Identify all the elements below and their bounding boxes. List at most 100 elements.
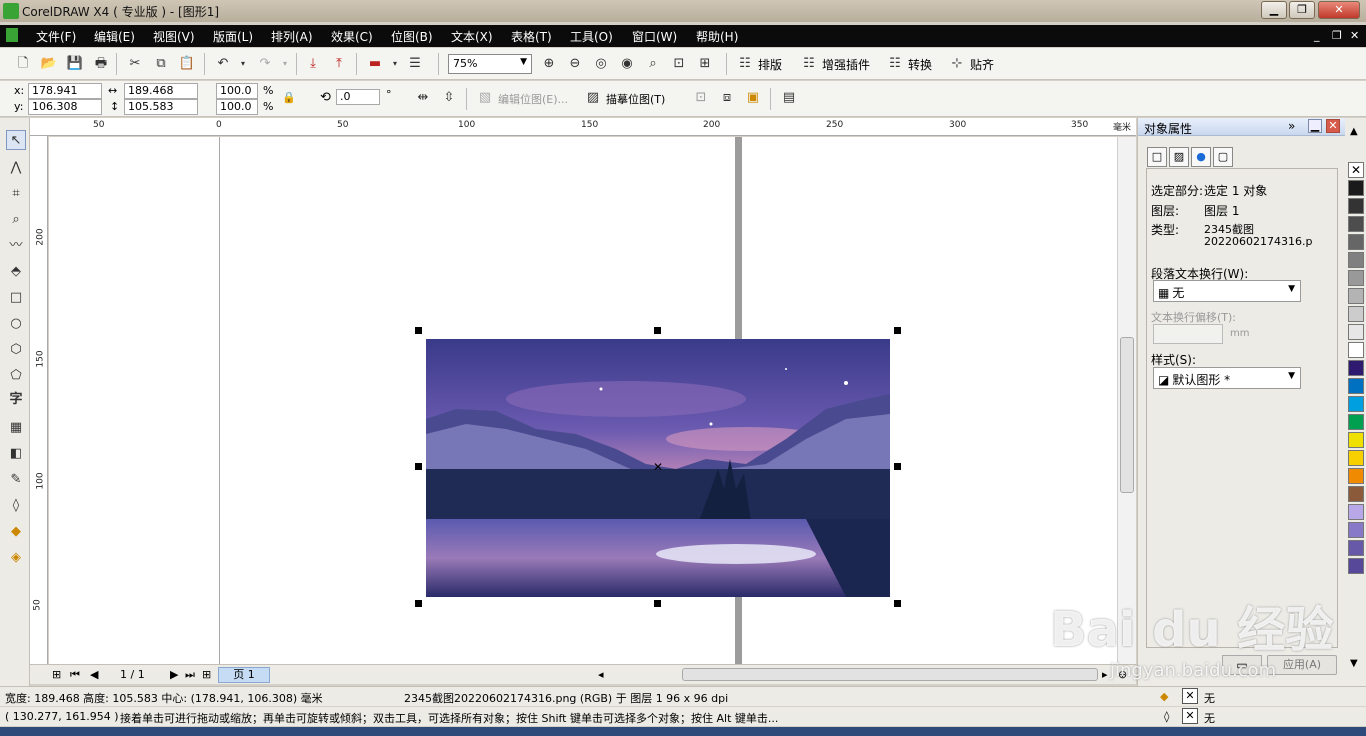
- selection-handle-top-left[interactable]: [415, 327, 422, 334]
- palette-swatch[interactable]: [1348, 522, 1364, 538]
- edit-bitmap-icon[interactable]: ▧: [476, 89, 494, 107]
- new-icon[interactable]: 🗋: [14, 55, 32, 73]
- mirror-vertical-icon[interactable]: ⇳: [440, 89, 458, 107]
- export-icon[interactable]: ⤒: [330, 55, 348, 73]
- palette-swatch[interactable]: [1348, 414, 1364, 430]
- mirror-horizontal-icon[interactable]: ⇹: [414, 89, 432, 107]
- docker-minimize-button[interactable]: ▁: [1308, 119, 1322, 133]
- first-page-icon[interactable]: ⏮: [70, 668, 80, 682]
- palette-swatch[interactable]: [1348, 324, 1364, 340]
- palette-swatch[interactable]: [1348, 486, 1364, 502]
- menu-effects[interactable]: 效果(C): [331, 28, 373, 45]
- zoom-level-select[interactable]: 75% ▼: [448, 54, 532, 74]
- redo-icon[interactable]: ↷: [256, 55, 274, 73]
- x-position-field[interactable]: 178.941 mm: [28, 83, 102, 111]
- interactive-blend-tool-icon[interactable]: ◧: [6, 444, 26, 464]
- open-icon[interactable]: 📂: [40, 55, 58, 73]
- restore-button[interactable]: ❐: [1289, 1, 1315, 19]
- horizontal-ruler[interactable]: 50 0 50 100 150 200 250 300 350 毫米: [30, 118, 1136, 136]
- add-page-before-icon[interactable]: ⊞: [52, 668, 61, 681]
- trace-bitmap-button[interactable]: 描摹位图(T): [606, 91, 665, 107]
- menu-layout[interactable]: 版面(L): [213, 28, 253, 45]
- menu-table[interactable]: 表格(T): [511, 28, 552, 45]
- layout-icon[interactable]: ☷: [736, 55, 754, 73]
- selection-handle-middle-right[interactable]: [894, 463, 901, 470]
- doc-close-button[interactable]: ✕: [1350, 29, 1359, 42]
- menu-view[interactable]: 视图(V): [153, 28, 195, 45]
- menu-text[interactable]: 文本(X): [451, 28, 493, 45]
- palette-swatch[interactable]: [1348, 378, 1364, 394]
- rectangle-tool-icon[interactable]: □: [6, 288, 26, 308]
- close-button[interactable]: ✕: [1318, 1, 1360, 19]
- palette-swatch[interactable]: [1348, 468, 1364, 484]
- palette-swatch[interactable]: [1348, 504, 1364, 520]
- polygon-tool-icon[interactable]: ⬡: [6, 340, 26, 360]
- rotation-angle-field[interactable]: .0: [336, 89, 380, 105]
- zoom-all-icon[interactable]: ◉: [618, 55, 636, 73]
- wrap-text-icon[interactable]: ▤: [780, 89, 798, 107]
- minimize-button[interactable]: ▁: [1261, 1, 1287, 19]
- scale-x-field[interactable]: 100.0: [216, 83, 258, 99]
- tab-bitmap-icon[interactable]: ▨: [1169, 147, 1189, 167]
- selection-handle-middle-left[interactable]: [415, 463, 422, 470]
- import-icon[interactable]: ⤓: [304, 55, 322, 73]
- palette-swatch[interactable]: [1348, 360, 1364, 376]
- tab-internet-icon[interactable]: ●: [1191, 147, 1211, 167]
- snap-icon[interactable]: ⊹: [948, 55, 966, 73]
- outline-tool-icon[interactable]: ◊: [6, 496, 26, 516]
- vertical-scroll-thumb[interactable]: [1120, 337, 1134, 493]
- plugin-icon[interactable]: ☷: [800, 55, 818, 73]
- zoom-out-icon[interactable]: ⊖: [566, 55, 584, 73]
- prev-page-icon[interactable]: ◀: [90, 668, 98, 681]
- convert-icon[interactable]: ☷: [886, 55, 904, 73]
- trace-bitmap-icon[interactable]: ▨: [584, 89, 602, 107]
- crop-bitmap-icon[interactable]: ⊡: [692, 89, 710, 107]
- menu-help[interactable]: 帮助(H): [696, 28, 738, 45]
- style-select[interactable]: ◪ 默认图形 * ▼: [1153, 367, 1301, 389]
- palette-swatch[interactable]: [1348, 180, 1364, 196]
- zoom-in-icon[interactable]: ⊕: [540, 55, 558, 73]
- interactive-fill-tool-icon[interactable]: ◈: [6, 548, 26, 568]
- palette-swatch[interactable]: [1348, 252, 1364, 268]
- y-position-field[interactable]: 106.308 mm: [28, 99, 102, 127]
- zoom-selected-icon[interactable]: ◎: [592, 55, 610, 73]
- palette-swatch[interactable]: [1348, 198, 1364, 214]
- menu-bitmaps[interactable]: 位图(B): [391, 28, 433, 45]
- save-icon[interactable]: 💾: [66, 55, 84, 73]
- vertical-scrollbar[interactable]: [1117, 137, 1136, 664]
- eyedropper-tool-icon[interactable]: ✎: [6, 470, 26, 490]
- selection-handle-bottom-left[interactable]: [415, 600, 422, 607]
- palette-swatch[interactable]: [1348, 288, 1364, 304]
- menu-window[interactable]: 窗口(W): [632, 28, 677, 45]
- application-launcher-icon[interactable]: ▬: [366, 55, 384, 73]
- freehand-tool-icon[interactable]: 〰: [6, 236, 26, 256]
- zoom-page-icon[interactable]: ⌕: [644, 55, 662, 73]
- object-width-field[interactable]: 189.468 mm: [124, 83, 198, 111]
- palette-swatch[interactable]: [1348, 450, 1364, 466]
- pick-tool-icon[interactable]: ↖: [6, 130, 26, 150]
- docker-close-button[interactable]: ✕: [1326, 119, 1340, 133]
- basic-shapes-tool-icon[interactable]: ⬠: [6, 366, 26, 386]
- bitmap-color-mask-icon[interactable]: ▣: [744, 89, 762, 107]
- text-wrap-select[interactable]: ▦ 无 ▼: [1153, 280, 1301, 302]
- horizontal-scroll-thumb[interactable]: [682, 668, 1098, 681]
- welcome-screen-icon[interactable]: ☰: [406, 55, 424, 73]
- menu-arrange[interactable]: 排列(A): [271, 28, 313, 45]
- palette-swatch[interactable]: [1348, 432, 1364, 448]
- convert-button[interactable]: 转换: [908, 56, 932, 73]
- crop-tool-icon[interactable]: ⌗: [6, 184, 26, 204]
- menu-edit[interactable]: 编辑(E): [94, 28, 135, 45]
- undo-dropdown-icon[interactable]: ▾: [234, 55, 252, 73]
- palette-scroll-down-icon[interactable]: ▼: [1350, 658, 1358, 669]
- table-tool-icon[interactable]: ▦: [6, 418, 26, 438]
- object-height-field[interactable]: 105.583 mm: [124, 99, 198, 127]
- shape-tool-icon[interactable]: ⋀: [6, 158, 26, 178]
- text-wrap-offset-field[interactable]: [1153, 324, 1223, 344]
- collapse-docker-icon[interactable]: »: [1288, 119, 1295, 133]
- launcher-dropdown-icon[interactable]: ▾: [386, 55, 404, 73]
- doc-restore-button[interactable]: ❐: [1332, 29, 1342, 42]
- layout-button[interactable]: 排版: [758, 56, 782, 73]
- enhance-plugin-button[interactable]: 增强插件: [822, 56, 870, 73]
- palette-swatch[interactable]: [1348, 396, 1364, 412]
- zoom-tool-icon[interactable]: ⌕: [6, 210, 26, 230]
